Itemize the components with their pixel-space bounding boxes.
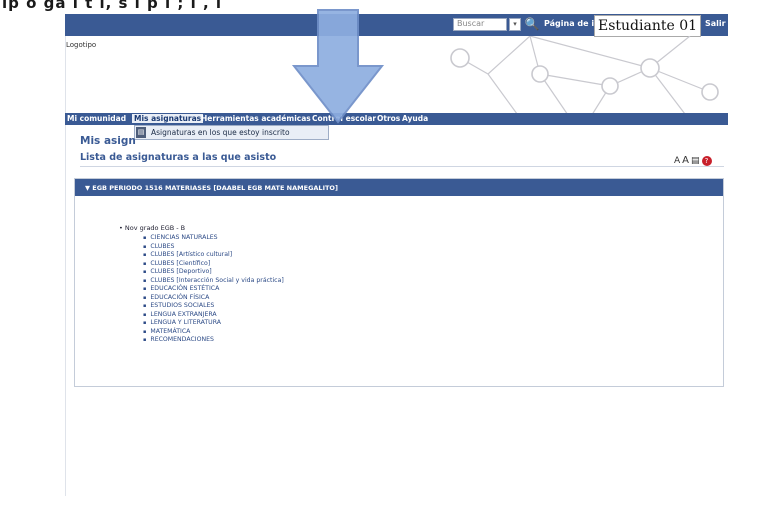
page-title: Mis asign: [80, 135, 136, 147]
subject-item[interactable]: MATEMÁTICA: [143, 328, 284, 337]
subject-item[interactable]: LENGUA EXTRANJERA: [143, 311, 284, 320]
page-tools: A A ▤?: [674, 150, 712, 166]
subject-item[interactable]: ESTUDIOS SOCIALES: [143, 302, 284, 311]
subject-list: CIENCIAS NATURALES CLUBES CLUBES [Artíst…: [143, 234, 284, 345]
search-scope-select[interactable]: ▾: [509, 18, 521, 31]
font-increase-icon[interactable]: A: [682, 155, 689, 166]
nav-item-mis-asignaturas[interactable]: Mis asignaturas: [132, 114, 204, 123]
course-header-label: ▼ EGB PERIODO 1516 MATERIASES [DAABEL EG…: [85, 184, 338, 192]
top-bar: Buscar ▾ 🔍 Página de ini Estudiante 01 S…: [65, 14, 728, 37]
dropdown-item-asignaturas-inscrito[interactable]: Asignaturas en los que estoy inscrito: [151, 128, 290, 137]
down-arrow-icon: [291, 9, 385, 124]
subject-item[interactable]: RECOMENDACIONES: [143, 336, 284, 345]
logo: Logotipo: [66, 41, 97, 49]
subject-item[interactable]: CLUBES [Artístico cultural]: [143, 251, 284, 260]
font-decrease-icon[interactable]: A: [674, 156, 680, 166]
grade-item: • Nov grado EGB - B: [119, 224, 186, 232]
course-panel: ▼ EGB PERIODO 1516 MATERIASES [DAABEL EG…: [74, 178, 724, 387]
mis-asignaturas-dropdown: ▤ Asignaturas en los que estoy inscrito: [134, 125, 329, 140]
subject-item[interactable]: CLUBES [Científico]: [143, 260, 284, 269]
subject-item[interactable]: CIENCIAS NATURALES: [143, 234, 284, 243]
main-nav: Mi comunidad Mis asignaturas Herramienta…: [65, 113, 728, 125]
user-name: Estudiante 01: [594, 15, 702, 37]
cropped-top-text: ip o ga ı t ı, s ı p ı ; ı , ı: [0, 0, 778, 14]
course-body: • Nov grado EGB - B CIENCIAS NATURALES C…: [75, 196, 723, 386]
page-subtitle: Lista de asignaturas a las que asisto: [80, 152, 277, 163]
course-header[interactable]: ▼ EGB PERIODO 1516 MATERIASES [DAABEL EG…: [75, 179, 723, 196]
help-icon[interactable]: ?: [701, 155, 712, 166]
nav-item-ayuda[interactable]: Ayuda: [402, 114, 428, 123]
cropped-top-text-label: ip o ga ı t ı, s ı p ı ; ı , ı: [2, 0, 223, 12]
subject-item[interactable]: CLUBES: [143, 243, 284, 252]
title-divider: [80, 166, 724, 167]
search-input[interactable]: Buscar: [453, 18, 507, 31]
logout-link[interactable]: Salir: [705, 19, 726, 28]
print-icon[interactable]: ▤: [691, 156, 700, 166]
network-decoration: [450, 36, 719, 118]
subject-item[interactable]: CLUBES [Deportivo]: [143, 268, 284, 277]
page-left-border: [65, 36, 66, 496]
subject-item[interactable]: EDUCACIÓN FÍSICA: [143, 294, 284, 303]
search-icon[interactable]: 🔍: [524, 16, 540, 33]
subject-item[interactable]: CLUBES [Interacción Social y vida prácti…: [143, 277, 283, 286]
subject-item[interactable]: LENGUA Y LITERATURA: [143, 319, 284, 328]
nav-item-mi-comunidad[interactable]: Mi comunidad: [67, 114, 126, 123]
subject-item[interactable]: EDUCACIÓN ESTÉTICA: [143, 285, 284, 294]
document-icon: ▤: [136, 127, 146, 138]
